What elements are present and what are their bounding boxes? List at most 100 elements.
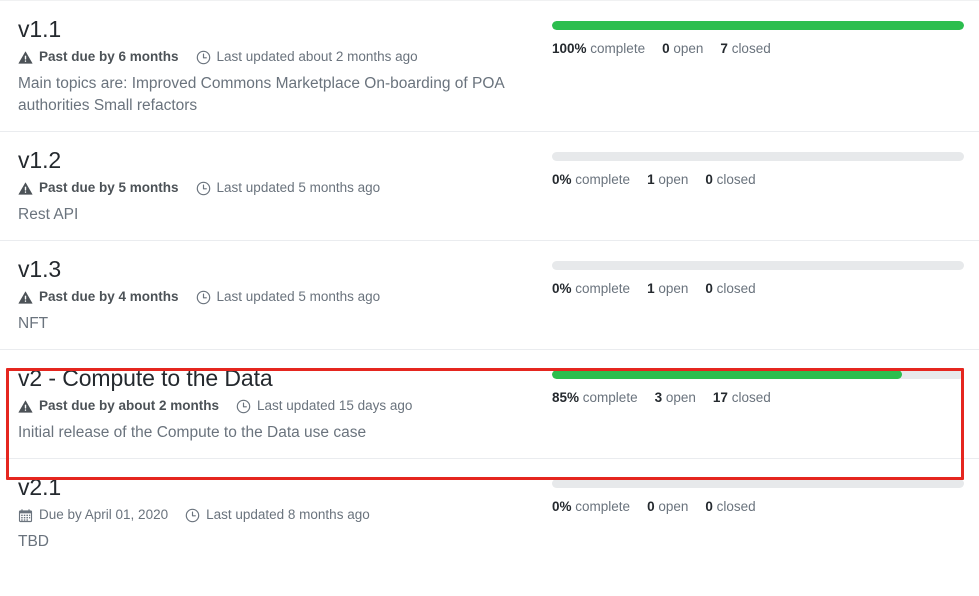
calendar-icon [18, 508, 33, 523]
clock-icon [185, 508, 200, 523]
clock-icon [236, 399, 251, 414]
milestone-info: v2 - Compute to the Data Past due by abou… [18, 364, 552, 444]
last-updated-meta: Last updated 15 days ago [236, 397, 412, 416]
progress-bar-track [552, 152, 964, 161]
stat-complete: 0% complete [552, 172, 630, 187]
milestone-row[interactable]: v2 - Compute to the Data Past due by abou… [0, 349, 979, 458]
due-date-text: Past due by 4 months [39, 288, 179, 307]
due-date-text: Past due by about 2 months [39, 397, 219, 416]
open-count-label: open [658, 499, 688, 514]
stat-open[interactable]: 3 open [655, 390, 696, 405]
milestone-meta: Past due by 6 months Last updated about 2… [18, 48, 540, 67]
milestone-stats: 0% complete 1 open 0 closed [552, 281, 964, 296]
stat-closed[interactable]: 0 closed [705, 499, 755, 514]
milestone-info: v2.1 Due by April 01, 2020 Last updated 8 … [18, 473, 552, 553]
milestone-title[interactable]: v2.1 [18, 473, 540, 501]
open-count-value: 1 [647, 172, 655, 187]
alert-icon [18, 290, 33, 305]
milestone-meta: Past due by about 2 months Last updated 1… [18, 397, 540, 416]
milestone-row[interactable]: v1.1 Past due by 6 months Last updated abo… [0, 0, 979, 131]
milestone-title[interactable]: v1.2 [18, 146, 540, 174]
closed-count-label: closed [717, 499, 756, 514]
milestone-progress-area: 0% complete 1 open 0 closed [552, 255, 966, 296]
progress-bar-track [552, 370, 964, 379]
milestone-stats: 0% complete 1 open 0 closed [552, 172, 964, 187]
milestone-title[interactable]: v1.1 [18, 15, 540, 43]
last-updated-text: Last updated about 2 months ago [217, 48, 418, 67]
progress-bar-fill [552, 370, 902, 379]
last-updated-meta: Last updated 8 months ago [185, 506, 370, 525]
closed-count-label: closed [732, 41, 771, 56]
due-date-text: Past due by 6 months [39, 48, 179, 67]
open-count-value: 3 [655, 390, 663, 405]
milestone-list: v1.1 Past due by 6 months Last updated abo… [0, 0, 979, 567]
alert-icon [18, 399, 33, 414]
open-count-label: open [666, 390, 696, 405]
milestone-progress-area: 0% complete 1 open 0 closed [552, 146, 966, 187]
milestone-description: TBD [18, 531, 510, 553]
closed-count-label: closed [717, 281, 756, 296]
milestone-meta: Past due by 5 monthsLast updated 5 month… [18, 179, 540, 198]
closed-count-value: 0 [705, 499, 713, 514]
closed-count-value: 17 [713, 390, 728, 405]
milestone-stats: 100% complete 0 open 7 closed [552, 41, 964, 56]
stat-open[interactable]: 1 open [647, 281, 688, 296]
milestone-stats: 0% complete0 open0 closed [552, 499, 964, 514]
milestone-description: Main topics are: Improved Commons Market… [18, 73, 510, 117]
closed-count-value: 7 [720, 41, 728, 56]
percent-complete-value: 0% [552, 499, 572, 514]
open-count-label: open [658, 172, 688, 187]
milestone-row[interactable]: v1.3 Past due by 4 months Last updated 5 m… [0, 240, 979, 349]
stat-closed[interactable]: 0 closed [705, 172, 755, 187]
stat-closed[interactable]: 0 closed [705, 281, 755, 296]
alert-icon [18, 50, 33, 65]
milestone-title[interactable]: v1.3 [18, 255, 540, 283]
milestone-description: NFT [18, 313, 510, 335]
due-date-meta: Past due by about 2 months [18, 397, 219, 416]
last-updated-meta: Last updated about 2 months ago [196, 48, 418, 67]
milestone-progress-area: 100% complete 0 open 7 closed [552, 15, 966, 56]
milestone-row[interactable]: v1.2 Past due by 5 monthsLast updated 5 m… [0, 131, 979, 240]
due-date-meta: Past due by 4 months [18, 288, 179, 307]
percent-complete-label: complete [575, 499, 630, 514]
stat-open[interactable]: 0 open [662, 41, 703, 56]
due-date-meta: Past due by 6 months [18, 48, 179, 67]
milestone-title[interactable]: v2 - Compute to the Data [18, 364, 540, 392]
closed-count-value: 0 [705, 281, 713, 296]
open-count-label: open [658, 281, 688, 296]
milestone-description: Rest API [18, 204, 510, 226]
milestone-meta: Due by April 01, 2020 Last updated 8 mont… [18, 506, 540, 525]
percent-complete-value: 0% [552, 281, 572, 296]
due-date-text: Due by April 01, 2020 [39, 506, 168, 525]
stat-open[interactable]: 0 open [647, 499, 688, 514]
stat-closed[interactable]: 7 closed [720, 41, 770, 56]
stat-complete: 0% complete [552, 499, 630, 514]
stat-complete: 100% complete [552, 41, 645, 56]
open-count-value: 0 [647, 499, 655, 514]
alert-icon [18, 181, 33, 196]
progress-bar-track [552, 21, 964, 30]
progress-bar-track [552, 479, 964, 488]
last-updated-text: Last updated 15 days ago [257, 397, 412, 416]
clock-icon [196, 290, 211, 305]
open-count-label: open [673, 41, 703, 56]
open-count-value: 0 [662, 41, 670, 56]
open-count-value: 1 [647, 281, 655, 296]
percent-complete-label: complete [575, 172, 630, 187]
milestone-description: Initial release of the Compute to the Da… [18, 422, 510, 444]
stat-complete: 85% complete [552, 390, 638, 405]
due-date-meta: Past due by 5 months [18, 179, 179, 198]
percent-complete-label: complete [575, 281, 630, 296]
clock-icon [196, 50, 211, 65]
closed-count-label: closed [717, 172, 756, 187]
stat-closed[interactable]: 17 closed [713, 390, 771, 405]
progress-bar-fill [552, 21, 964, 30]
percent-complete-value: 0% [552, 172, 572, 187]
milestone-row[interactable]: v2.1 Due by April 01, 2020 Last updated 8 … [0, 458, 979, 567]
due-date-meta: Due by April 01, 2020 [18, 506, 168, 525]
last-updated-text: Last updated 8 months ago [206, 506, 370, 525]
percent-complete-value: 85% [552, 390, 579, 405]
stat-open[interactable]: 1 open [647, 172, 688, 187]
last-updated-text: Last updated 5 months ago [217, 288, 381, 307]
stat-complete: 0% complete [552, 281, 630, 296]
